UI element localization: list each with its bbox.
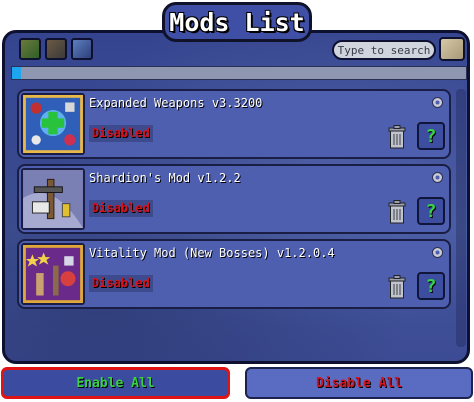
- folder-icon[interactable]: [45, 38, 67, 60]
- enable-all-button[interactable]: Enable All: [1, 367, 230, 399]
- mod-status-badge: Disabled: [89, 200, 153, 217]
- trash-icon[interactable]: [387, 125, 407, 149]
- gear-icon[interactable]: [431, 244, 444, 258]
- search-input[interactable]: Type to search: [332, 40, 436, 60]
- mod-status-badge: Disabled: [89, 125, 153, 142]
- mod-card[interactable]: Vitality Mod (New Bosses) v1.2.0.4 Disab…: [17, 239, 451, 309]
- mod-name: Expanded Weapons v3.3200: [89, 96, 263, 110]
- mod-thumbnail-shardions-mod: [21, 168, 85, 230]
- mod-info-button[interactable]: ?: [417, 122, 445, 150]
- mod-card[interactable]: Shardion's Mod v1.2.2 Disabled ?: [17, 164, 451, 234]
- mods-scrollbar[interactable]: [456, 89, 466, 347]
- mod-thumbnail-expanded-weapons: [21, 93, 85, 155]
- trash-icon[interactable]: [387, 275, 407, 299]
- trash-icon[interactable]: [387, 200, 407, 224]
- search-icon[interactable]: [439, 37, 465, 61]
- disable-all-button[interactable]: Disable All: [245, 367, 473, 399]
- gear-icon[interactable]: [431, 94, 444, 108]
- mod-info-button[interactable]: ?: [417, 197, 445, 225]
- page-title: Mods List: [162, 2, 312, 42]
- mod-card[interactable]: Expanded Weapons v3.3200 Disabled ?: [17, 89, 451, 159]
- mod-name: Vitality Mod (New Bosses) v1.2.0.4: [89, 246, 335, 260]
- load-progress-bar: [11, 66, 467, 80]
- filter-icon[interactable]: [71, 38, 93, 60]
- sort-icon[interactable]: [19, 38, 41, 60]
- mod-thumbnail-vitality-mod: [21, 243, 85, 305]
- gear-icon[interactable]: [431, 169, 444, 183]
- load-progress-fill: [12, 67, 22, 79]
- mod-name: Shardion's Mod v1.2.2: [89, 171, 241, 185]
- mod-info-button[interactable]: ?: [417, 272, 445, 300]
- mods-panel: Type to search Expanded Weapons v3.3200 …: [2, 30, 470, 364]
- mod-status-badge: Disabled: [89, 275, 153, 292]
